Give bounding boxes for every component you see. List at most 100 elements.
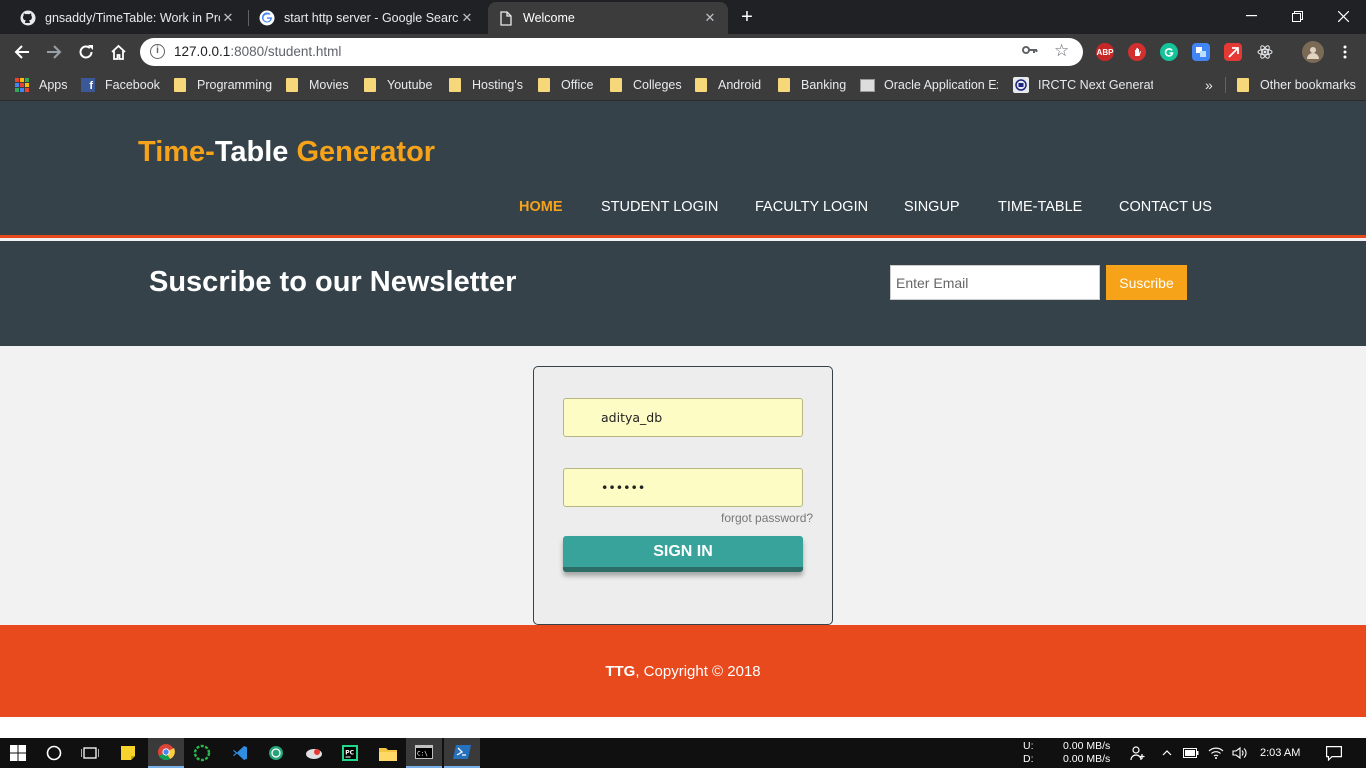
login-card: aditya_db •••••• forgot password? SIGN I… <box>533 366 833 625</box>
bookmarks-overflow-chevron-icon[interactable]: » <box>1205 69 1213 101</box>
site-brand[interactable]: Time-Table Generator <box>138 136 435 169</box>
nav-home[interactable]: HOME <box>519 199 563 215</box>
bookmark-label: Movies <box>309 78 349 92</box>
bookmark-folder-hostings[interactable]: Hosting's <box>449 69 523 101</box>
minimize-icon[interactable] <box>1228 0 1274 32</box>
address-bar[interactable]: i 127.0.0.1:8080/student.html ☆ <box>140 38 1083 66</box>
bookmark-folder-android[interactable]: Android <box>695 69 761 101</box>
forward-arrow-icon[interactable] <box>40 38 68 66</box>
folder-icon <box>695 78 707 92</box>
bookmark-star-icon[interactable]: ☆ <box>1054 41 1069 61</box>
bookmark-label: Facebook <box>105 78 160 92</box>
reload-icon[interactable] <box>72 38 100 66</box>
bookmark-irctc[interactable]: IRCTC Next Generatio <box>1013 69 1153 101</box>
username-field[interactable]: aditya_db <box>563 398 803 437</box>
footer-brand: TTG <box>605 662 636 680</box>
battery-icon[interactable] <box>1180 738 1202 768</box>
close-tab-icon[interactable]: ✕ <box>220 10 236 26</box>
close-tab-icon[interactable]: ✕ <box>459 10 475 26</box>
cloud-app-icon[interactable] <box>296 738 332 768</box>
notifications-icon[interactable] <box>1318 738 1350 768</box>
clock-time[interactable]: 2:03 AM <box>1260 738 1300 768</box>
folder-icon <box>174 78 186 92</box>
nav-signup[interactable]: SINGUP <box>904 199 960 215</box>
newsletter-email-input[interactable] <box>890 265 1100 300</box>
bookmark-label: Hosting's <box>472 78 524 92</box>
page-bottom-strip <box>0 717 1366 738</box>
arrow-extension-icon[interactable] <box>1224 43 1242 61</box>
refresh-app-icon[interactable] <box>184 738 220 768</box>
tab-github[interactable]: gnsaddy/TimeTable: Work in Prog ✕ <box>10 2 246 34</box>
forgot-password-link[interactable]: forgot password? <box>721 511 813 525</box>
cortana-search-icon[interactable] <box>36 738 72 768</box>
nav-faculty-login[interactable]: FACULTY LOGIN <box>755 199 868 215</box>
newsletter-section: Suscribe to our Newsletter Suscribe <box>0 241 1366 346</box>
adblock-hand-icon[interactable] <box>1128 43 1146 61</box>
tab-welcome[interactable]: Welcome ✕ <box>488 2 728 34</box>
bookmark-folder-colleges[interactable]: Colleges <box>610 69 682 101</box>
bookmark-apps[interactable]: Apps <box>15 69 68 101</box>
windows-taskbar: PC C:\ U: D: 0.00 MB/s 0.00 MB/s 2:03 AM <box>0 738 1366 768</box>
svg-text:PC: PC <box>345 750 354 757</box>
password-field[interactable]: •••••• <box>563 468 803 507</box>
tab-google-search[interactable]: start http server - Google Search ✕ <box>249 2 485 34</box>
bookmark-label: Oracle Application Ex <box>884 78 998 92</box>
nav-student-login[interactable]: STUDENT LOGIN <box>601 199 718 215</box>
bookmark-oracle-application[interactable]: Oracle Application Ex <box>860 69 998 101</box>
chat-app-icon[interactable] <box>258 738 294 768</box>
chrome-taskbar-icon[interactable] <box>148 738 184 768</box>
bookmark-label: Youtube <box>387 78 433 92</box>
adblock-plus-icon[interactable]: ABP <box>1096 43 1114 61</box>
bookmark-folder-office[interactable]: Office <box>538 69 593 101</box>
file-explorer-icon[interactable] <box>370 738 406 768</box>
google-icon <box>259 10 275 26</box>
close-tab-icon[interactable]: ✕ <box>702 10 718 26</box>
restore-icon[interactable] <box>1274 0 1320 32</box>
tab-title: Welcome <box>523 11 575 25</box>
react-devtools-icon[interactable] <box>1256 43 1274 61</box>
bookmark-other-bookmarks[interactable]: Other bookmarks <box>1237 69 1356 101</box>
site-header: Time-Table Generator HOME STUDENT LOGIN … <box>0 101 1366 238</box>
wifi-icon[interactable] <box>1204 738 1228 768</box>
back-arrow-icon[interactable] <box>8 38 36 66</box>
grammarly-icon[interactable] <box>1160 43 1178 61</box>
bookmark-folder-banking[interactable]: Banking <box>778 69 846 101</box>
bookmark-label: Other bookmarks <box>1260 78 1356 92</box>
bookmark-folder-youtube[interactable]: Youtube <box>364 69 432 101</box>
command-prompt-icon[interactable]: C:\ <box>406 738 442 768</box>
menu-kebab-icon[interactable] <box>1336 43 1354 61</box>
pycharm-icon[interactable]: PC <box>332 738 368 768</box>
nav-contact-us[interactable]: CONTACT US <box>1119 199 1212 215</box>
volume-icon[interactable] <box>1228 738 1252 768</box>
browser-tab-strip: gnsaddy/TimeTable: Work in Prog ✕ start … <box>0 0 1366 34</box>
powershell-icon[interactable] <box>444 738 480 768</box>
info-icon[interactable]: i <box>150 44 165 59</box>
folder-icon <box>364 78 376 92</box>
nav-time-table[interactable]: TIME-TABLE <box>998 199 1082 215</box>
folder-icon <box>286 78 298 92</box>
key-icon[interactable] <box>1022 43 1038 59</box>
windows-start-icon[interactable] <box>0 738 36 768</box>
bookmark-folder-programming[interactable]: Programming <box>174 69 272 101</box>
net-speed-values: 0.00 MB/s 0.00 MB/s <box>1063 740 1110 766</box>
tray-chevron-up-icon[interactable] <box>1156 738 1178 768</box>
upload-speed: 0.00 MB/s <box>1063 740 1111 752</box>
new-tab-button[interactable]: + <box>734 6 760 28</box>
newsletter-title: Suscribe to our Newsletter <box>149 266 517 298</box>
vscode-icon[interactable] <box>222 738 258 768</box>
page-icon <box>498 10 514 26</box>
bookmark-folder-movies[interactable]: Movies <box>286 69 349 101</box>
home-icon[interactable] <box>104 38 132 66</box>
task-view-icon[interactable] <box>72 738 108 768</box>
profile-avatar[interactable] <box>1302 41 1324 63</box>
subscribe-button[interactable]: Suscribe <box>1106 265 1187 300</box>
sign-in-button[interactable]: SIGN IN <box>563 536 803 572</box>
google-translate-icon[interactable] <box>1192 43 1210 61</box>
close-window-icon[interactable] <box>1320 0 1366 32</box>
bookmarks-divider <box>1225 77 1226 93</box>
page-viewport: Time-Table Generator HOME STUDENT LOGIN … <box>0 101 1366 738</box>
bookmark-facebook[interactable]: f Facebook <box>81 69 160 101</box>
bookmark-label: Android <box>718 78 762 92</box>
people-icon[interactable] <box>1123 738 1153 768</box>
sticky-notes-icon[interactable] <box>110 738 146 768</box>
